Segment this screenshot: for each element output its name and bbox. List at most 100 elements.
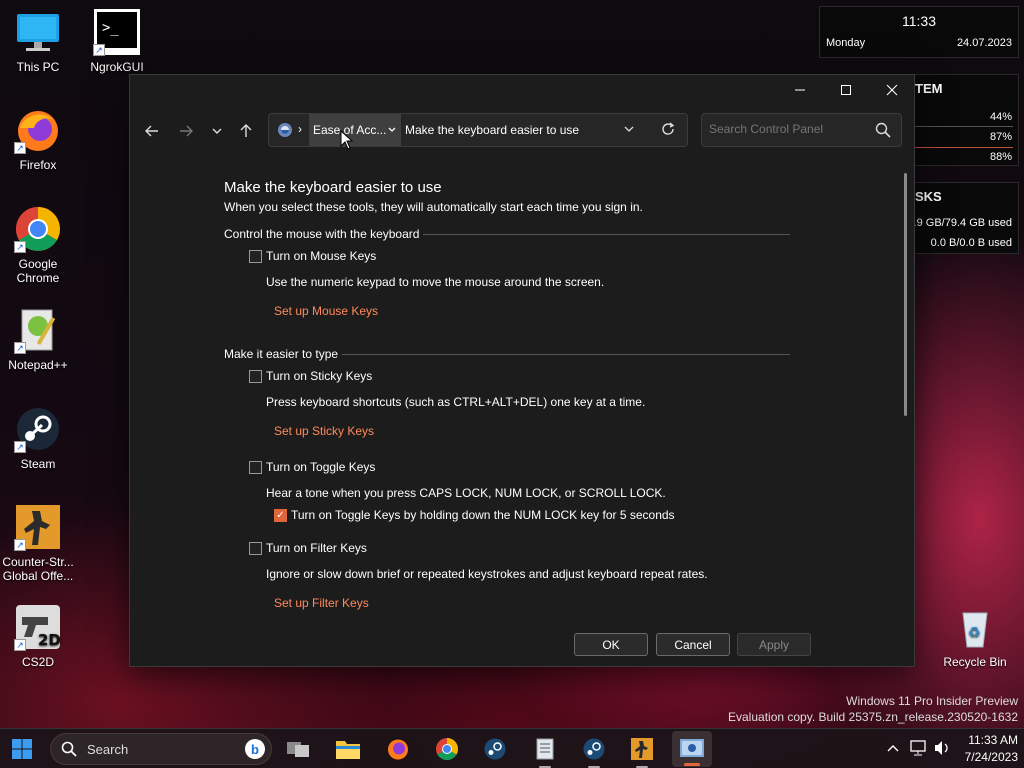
taskbar-file-explorer[interactable] bbox=[334, 735, 362, 763]
volume-icon[interactable] bbox=[933, 740, 951, 759]
breadcrumb-current[interactable]: Make the keyboard easier to use bbox=[405, 123, 579, 137]
search-control-panel[interactable] bbox=[701, 113, 902, 147]
navigation-bar: › Ease of Acc... Make the keyboard easie… bbox=[130, 111, 914, 151]
close-button[interactable] bbox=[869, 75, 915, 105]
desktop-icon-label: CS2D bbox=[21, 655, 54, 669]
cancel-button[interactable]: Cancel bbox=[656, 633, 730, 656]
taskbar-steam[interactable] bbox=[481, 735, 509, 763]
setup-filter-keys-link[interactable]: Set up Filter Keys bbox=[274, 596, 369, 610]
desktop-icon-csgo[interactable]: ↗ Counter-Str... Global Offe... bbox=[0, 503, 76, 583]
minimize-button[interactable] bbox=[777, 75, 823, 105]
desktop-icon-label: Counter-Str... Global Offe... bbox=[2, 555, 74, 583]
desktop-icon-label: Google Chrome bbox=[16, 257, 60, 285]
maximize-button[interactable] bbox=[823, 75, 869, 105]
toggle-keys-hold-checkbox[interactable]: ✓ Turn on Toggle Keys by holding down th… bbox=[274, 508, 675, 522]
taskbar-steam-running[interactable] bbox=[580, 735, 608, 768]
svg-text:>_: >_ bbox=[102, 20, 119, 36]
address-dropdown-button[interactable] bbox=[623, 123, 635, 138]
cs2d-icon: 2D ↗ bbox=[14, 603, 62, 651]
filter-keys-checkbox[interactable]: Turn on Filter Keys bbox=[249, 541, 367, 555]
breadcrumb-ease-of-access[interactable]: Ease of Acc... bbox=[309, 114, 401, 146]
desktop-icon-ngrokgui[interactable]: >_ ↗ NgrokGUI bbox=[79, 8, 155, 74]
checkbox-box[interactable] bbox=[249, 541, 262, 555]
section-heading-label: Control the mouse with the keyboard bbox=[224, 227, 420, 241]
taskbar-clock[interactable]: 11:33 AM 7/24/2023 bbox=[956, 732, 1018, 766]
desktop-icon-firefox[interactable]: ↗ Firefox bbox=[0, 106, 76, 172]
setup-mouse-keys-link[interactable]: Set up Mouse Keys bbox=[274, 304, 378, 318]
widget-day: Monday bbox=[826, 37, 866, 49]
start-button[interactable] bbox=[8, 735, 36, 763]
section-heading-typing: Make it easier to type bbox=[224, 347, 790, 361]
back-button[interactable] bbox=[138, 119, 166, 143]
svg-text:2D: 2D bbox=[38, 631, 61, 649]
clock-date: 7/24/2023 bbox=[964, 750, 1018, 764]
system-value: 44% bbox=[989, 111, 1012, 123]
taskbar-search-label: Search bbox=[87, 741, 129, 757]
mouse-keys-checkbox[interactable]: Turn on Mouse Keys bbox=[249, 249, 376, 263]
toggle-keys-checkbox[interactable]: Turn on Toggle Keys bbox=[249, 460, 375, 474]
desktop-icon-label: Firefox bbox=[19, 158, 57, 172]
chevron-down-icon bbox=[624, 126, 634, 132]
taskbar-search[interactable]: Search b bbox=[50, 733, 272, 765]
desktop-icon-google-chrome[interactable]: ↗ Google Chrome bbox=[0, 205, 76, 285]
desktop-icon-notepad-plus-plus[interactable]: ↗ Notepad++ bbox=[0, 306, 76, 372]
section-divider bbox=[342, 353, 790, 355]
control-panel-window: › Ease of Acc... Make the keyboard easie… bbox=[129, 74, 915, 667]
apply-button[interactable]: Apply bbox=[737, 633, 811, 656]
shortcut-arrow-icon: ↗ bbox=[14, 241, 26, 253]
refresh-button[interactable] bbox=[661, 122, 675, 139]
disks-widget: SKS .9 GB/79.4 GB used 0.0 B/0.0 B used bbox=[912, 182, 1019, 254]
chevron-up-icon bbox=[887, 745, 899, 752]
chevron-down-icon bbox=[388, 127, 396, 132]
desktop-icon-steam[interactable]: ↗ Steam bbox=[0, 405, 76, 471]
minimize-icon bbox=[795, 89, 805, 91]
ok-button[interactable]: OK bbox=[574, 633, 648, 656]
search-input[interactable] bbox=[709, 122, 869, 136]
csgo-icon: ↗ bbox=[14, 503, 62, 551]
desktop-icon-this-pc[interactable]: This PC bbox=[0, 8, 76, 74]
system-value: 88% bbox=[989, 151, 1012, 163]
window-titlebar[interactable] bbox=[130, 75, 914, 105]
search-icon bbox=[61, 741, 77, 757]
active-indicator bbox=[684, 763, 700, 766]
taskbar-csgo[interactable] bbox=[628, 735, 656, 768]
taskbar-control-panel[interactable] bbox=[672, 731, 712, 767]
section-divider bbox=[423, 233, 790, 235]
checkmark-icon[interactable]: ✓ bbox=[274, 508, 287, 522]
taskbar-notepad-plus-plus[interactable] bbox=[531, 735, 559, 768]
recent-locations-button[interactable] bbox=[203, 119, 231, 143]
up-button[interactable] bbox=[232, 119, 260, 143]
arrow-left-icon bbox=[145, 125, 158, 137]
network-icon[interactable] bbox=[909, 740, 927, 759]
checkbox-label: Turn on Filter Keys bbox=[266, 541, 367, 555]
shortcut-arrow-icon: ↗ bbox=[14, 539, 26, 551]
address-bar[interactable]: › Ease of Acc... Make the keyboard easie… bbox=[268, 113, 688, 147]
folder-icon bbox=[336, 741, 360, 759]
checkbox-box[interactable] bbox=[249, 460, 262, 474]
task-view-button[interactable] bbox=[284, 735, 312, 763]
taskbar-chrome[interactable] bbox=[433, 735, 461, 763]
forward-button[interactable] bbox=[172, 119, 200, 143]
steam-icon: ↗ bbox=[14, 405, 62, 453]
mouse-cursor-icon bbox=[340, 130, 354, 150]
steam-icon bbox=[583, 738, 605, 760]
show-hidden-icons-button[interactable] bbox=[886, 741, 900, 758]
desktop-icon-recycle-bin[interactable]: ♻ Recycle Bin bbox=[937, 603, 1013, 669]
refresh-icon bbox=[662, 122, 675, 135]
sticky-keys-checkbox[interactable]: Turn on Sticky Keys bbox=[249, 369, 372, 383]
shortcut-arrow-icon: ↗ bbox=[93, 44, 105, 56]
desktop-icon-label: Recycle Bin bbox=[943, 655, 1007, 669]
widget-date: 24.07.2023 bbox=[956, 37, 1012, 49]
taskbar-firefox[interactable] bbox=[384, 735, 412, 763]
desktop-icon-cs2d[interactable]: 2D ↗ CS2D bbox=[0, 603, 76, 669]
vertical-scrollbar[interactable] bbox=[904, 173, 907, 416]
notepad-plus-plus-icon: ↗ bbox=[14, 306, 62, 354]
steam-icon bbox=[484, 738, 506, 760]
svg-text:♻: ♻ bbox=[968, 625, 981, 641]
shortcut-arrow-icon: ↗ bbox=[14, 142, 26, 154]
checkbox-box[interactable] bbox=[249, 369, 262, 383]
checkbox-box[interactable] bbox=[249, 249, 262, 263]
setup-sticky-keys-link[interactable]: Set up Sticky Keys bbox=[274, 424, 374, 438]
search-icon[interactable] bbox=[875, 122, 891, 138]
control-panel-icon bbox=[277, 122, 293, 141]
